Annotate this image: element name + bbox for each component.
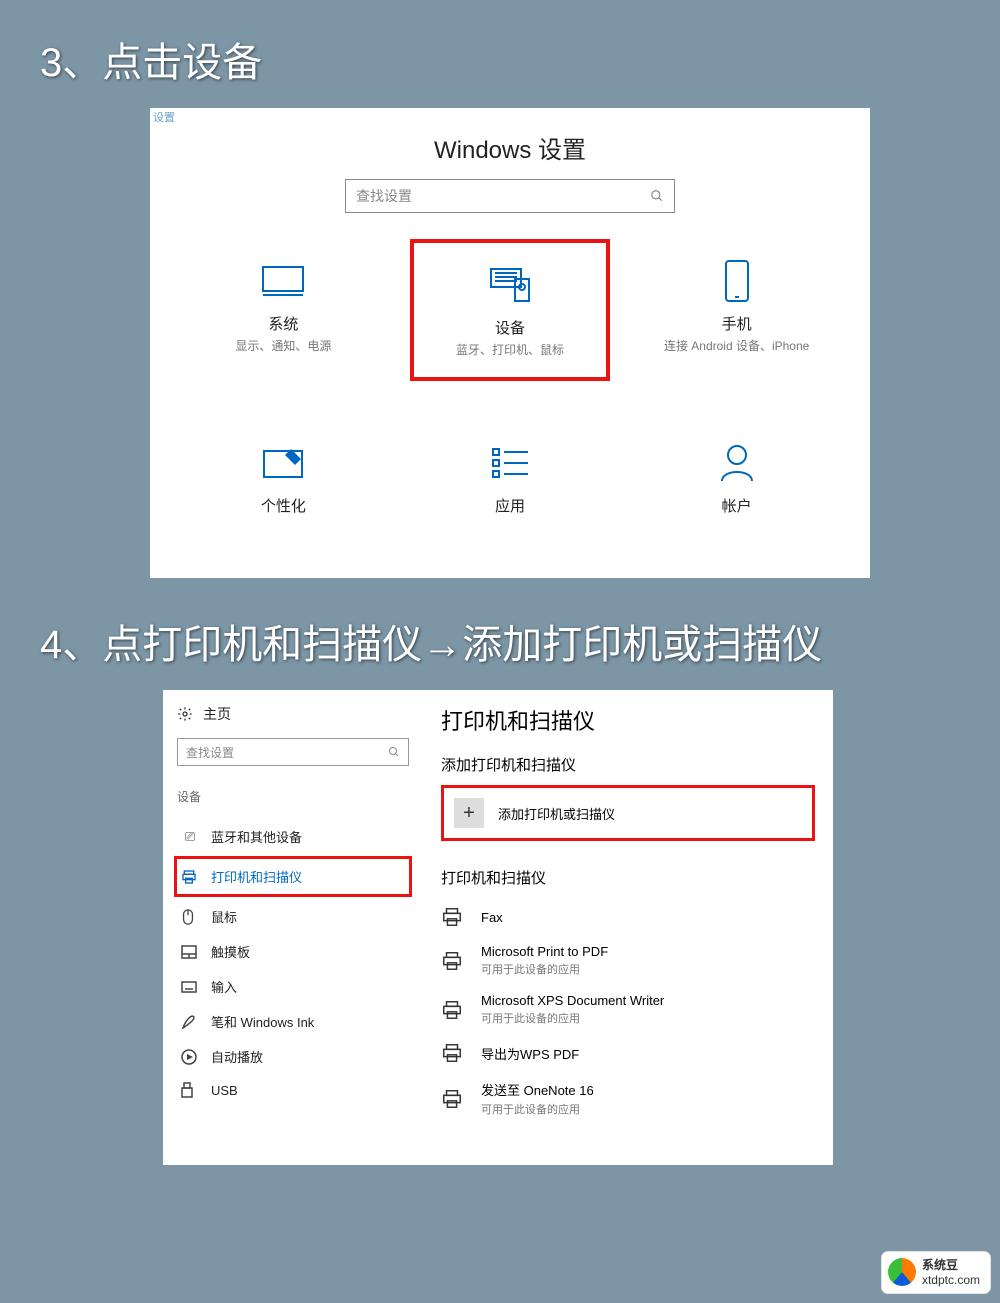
- sidebar-item-label: 蓝牙和其他设备: [211, 827, 302, 846]
- tile-devices[interactable]: 设备 蓝牙、打印机、鼠标: [410, 239, 610, 381]
- printer-sub: 可用于此设备的应用: [481, 961, 608, 977]
- tile-system-sub: 显示、通知、电源: [189, 338, 377, 355]
- keyboard-icon: [181, 981, 199, 993]
- tile-phone-title: 手机: [643, 313, 831, 334]
- settings-tiles-row2: 个性化 应用 帐户: [170, 421, 850, 516]
- printer-icon: [441, 950, 467, 972]
- printer-item[interactable]: Microsoft Print to PDF 可用于此设备的应用: [441, 936, 815, 985]
- apps-icon: [416, 439, 604, 487]
- tile-devices-sub: 蓝牙、打印机、鼠标: [420, 342, 600, 359]
- sidebar-item-usb[interactable]: USB: [177, 1074, 409, 1106]
- sidebar-item-label: 笔和 Windows Ink: [211, 1012, 314, 1031]
- list-section-heading: 打印机和扫描仪: [441, 867, 815, 888]
- windows-settings-panel: Windows 设置 查找设置 系统 显示、通知、电源 设备: [150, 108, 870, 578]
- sidebar-item-bluetooth[interactable]: ⎚ 蓝牙和其他设备: [177, 819, 409, 854]
- printer-icon: [441, 1042, 467, 1064]
- tile-devices-title: 设备: [420, 317, 600, 338]
- usb-icon: [181, 1082, 199, 1098]
- sidebar-home[interactable]: 主页: [177, 704, 409, 724]
- printer-sub: 可用于此设备的应用: [481, 1101, 594, 1117]
- add-section-heading: 添加打印机和扫描仪: [441, 754, 815, 775]
- tile-personalization-title: 个性化: [189, 495, 377, 516]
- tile-system[interactable]: 系统 显示、通知、电源: [183, 239, 383, 381]
- printer-icon: [441, 999, 467, 1021]
- tile-accounts[interactable]: 帐户: [637, 421, 837, 516]
- watermark-title: 系统豆: [922, 1258, 980, 1272]
- printer-name: 导出为WPS PDF: [481, 1044, 579, 1063]
- printer-item[interactable]: Microsoft XPS Document Writer 可用于此设备的应用: [441, 985, 815, 1034]
- watermark-logo: 系统豆 xtdptc.com: [882, 1252, 990, 1293]
- tile-phone[interactable]: 手机 连接 Android 设备、iPhone: [637, 239, 837, 381]
- pen-icon: [181, 1014, 199, 1030]
- tile-phone-sub: 连接 Android 设备、iPhone: [643, 338, 831, 355]
- personalization-icon: [189, 439, 377, 487]
- search-icon: [650, 189, 664, 203]
- autoplay-icon: [181, 1049, 199, 1065]
- sidebar-item-pen[interactable]: 笔和 Windows Ink: [177, 1004, 409, 1039]
- printer-list: Fax Microsoft Print to PDF 可用于此设备的应用 Mic…: [441, 898, 815, 1125]
- sidebar-item-label: 打印机和扫描仪: [211, 867, 302, 886]
- tile-apps-title: 应用: [416, 495, 604, 516]
- mouse-icon: [181, 909, 199, 925]
- step4-heading: 4、点打印机和扫描仪→添加打印机或扫描仪: [0, 578, 1000, 680]
- devices-icon: [420, 261, 600, 309]
- printer-sub: 可用于此设备的应用: [481, 1010, 664, 1026]
- sidebar-item-label: 触摸板: [211, 942, 250, 961]
- sidebar-item-label: USB: [211, 1083, 238, 1098]
- main-title: 打印机和扫描仪: [441, 704, 815, 736]
- sidebar-item-label: 自动播放: [211, 1047, 263, 1066]
- add-printer-label: 添加打印机或扫描仪: [498, 804, 615, 823]
- touchpad-icon: [181, 945, 199, 959]
- plus-icon: +: [454, 798, 484, 828]
- sidebar-search-placeholder: 查找设置: [186, 744, 234, 761]
- search-icon: [388, 746, 400, 758]
- printer-icon: [441, 1088, 467, 1110]
- settings-title: Windows 设置: [170, 108, 850, 179]
- settings-search-placeholder: 查找设置: [356, 186, 412, 206]
- sidebar-item-mouse[interactable]: 鼠标: [177, 899, 409, 934]
- printers-settings-panel: 主页 查找设置 设备 ⎚ 蓝牙和其他设备 打印机和扫描仪 鼠标: [163, 690, 833, 1165]
- sidebar-item-printers[interactable]: 打印机和扫描仪: [174, 856, 412, 897]
- sidebar-category: 设备: [177, 788, 409, 805]
- sidebar-item-label: 鼠标: [211, 907, 237, 926]
- printer-item[interactable]: 发送至 OneNote 16 可用于此设备的应用: [441, 1072, 815, 1125]
- printer-name: Microsoft Print to PDF: [481, 944, 608, 959]
- panel1-corner-label: 设置: [150, 108, 178, 126]
- logo-ball-icon: [888, 1258, 916, 1286]
- sidebar-home-label: 主页: [203, 704, 231, 724]
- settings-sidebar: 主页 查找设置 设备 ⎚ 蓝牙和其他设备 打印机和扫描仪 鼠标: [163, 690, 423, 1165]
- display-icon: [189, 257, 377, 305]
- printer-item[interactable]: Fax: [441, 898, 815, 936]
- tile-apps[interactable]: 应用: [410, 421, 610, 516]
- step3-heading: 3、点击设备: [0, 0, 1000, 98]
- printer-icon: [181, 869, 199, 885]
- sidebar-item-label: 输入: [211, 977, 237, 996]
- add-printer-button[interactable]: + 添加打印机或扫描仪: [441, 785, 815, 841]
- printer-item[interactable]: 导出为WPS PDF: [441, 1034, 815, 1072]
- sidebar-search-input[interactable]: 查找设置: [177, 738, 409, 766]
- printer-name: Microsoft XPS Document Writer: [481, 993, 664, 1008]
- phone-icon: [643, 257, 831, 305]
- sidebar-item-typing[interactable]: 输入: [177, 969, 409, 1004]
- tile-personalization[interactable]: 个性化: [183, 421, 383, 516]
- gear-icon: [177, 706, 193, 722]
- sidebar-item-autoplay[interactable]: 自动播放: [177, 1039, 409, 1074]
- sidebar-item-touchpad[interactable]: 触摸板: [177, 934, 409, 969]
- accounts-icon: [643, 439, 831, 487]
- printer-name: 发送至 OneNote 16: [481, 1080, 594, 1099]
- printer-name: Fax: [481, 910, 503, 925]
- bluetooth-icon: ⎚: [181, 829, 199, 845]
- printer-icon: [441, 906, 467, 928]
- tile-system-title: 系统: [189, 313, 377, 334]
- printers-main: 打印机和扫描仪 添加打印机和扫描仪 + 添加打印机或扫描仪 打印机和扫描仪 Fa…: [423, 690, 833, 1165]
- tile-accounts-title: 帐户: [643, 495, 831, 516]
- settings-tiles-row1: 系统 显示、通知、电源 设备 蓝牙、打印机、鼠标 手机 连接 Android 设…: [170, 239, 850, 381]
- watermark-url: xtdptc.com: [922, 1273, 980, 1287]
- settings-search-input[interactable]: 查找设置: [345, 179, 675, 213]
